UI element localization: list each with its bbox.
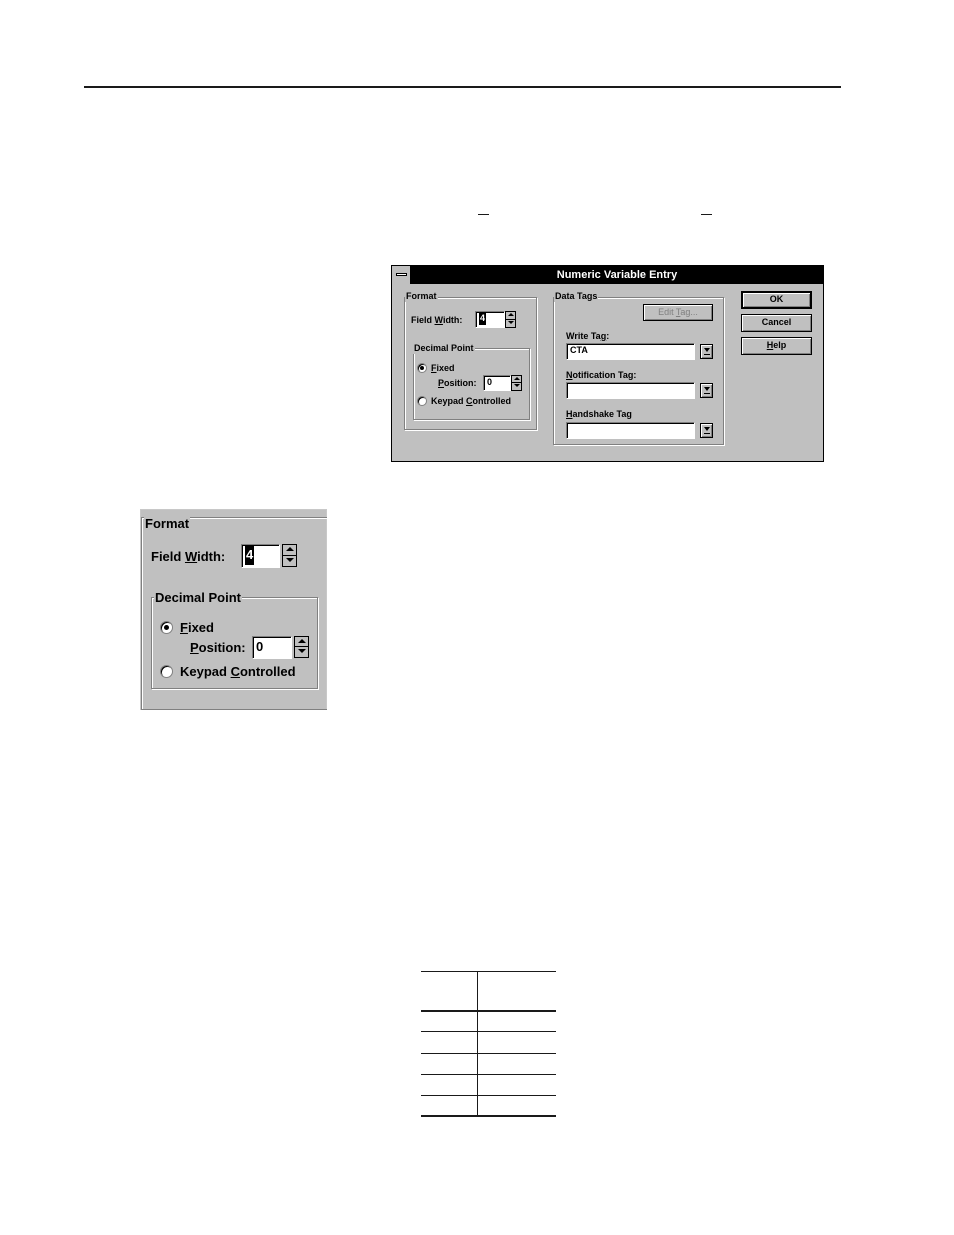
table-row-rule bbox=[421, 1095, 556, 1096]
arrow-down-icon bbox=[286, 557, 294, 562]
arrow-up-icon bbox=[508, 313, 514, 316]
system-menu-icon bbox=[396, 273, 407, 276]
cancel-button[interactable]: Cancel bbox=[741, 314, 812, 332]
numeric-variable-entry-dialog: Numeric Variable Entry Format Field Widt… bbox=[391, 265, 824, 462]
spin-down-button[interactable] bbox=[283, 556, 296, 567]
ok-button[interactable]: OK bbox=[741, 291, 812, 309]
spin-up-button[interactable] bbox=[283, 545, 296, 556]
position-spinner[interactable] bbox=[511, 375, 522, 391]
table-top-rule bbox=[421, 971, 556, 972]
table-column-divider bbox=[477, 971, 478, 1116]
arrow-down-icon bbox=[514, 384, 520, 387]
spin-down-button[interactable] bbox=[506, 320, 515, 328]
callout-position-input[interactable]: 0 bbox=[252, 636, 292, 659]
position-input[interactable]: 0 bbox=[483, 375, 511, 391]
title-bar: Numeric Variable Entry bbox=[392, 266, 823, 284]
table-row-rule bbox=[421, 1074, 556, 1075]
spin-up-button[interactable] bbox=[295, 637, 308, 647]
edit-tag-button[interactable]: Edit Tag... bbox=[643, 304, 713, 321]
callout-position-label: Position: bbox=[190, 640, 246, 655]
callout-fixed-radio[interactable] bbox=[160, 621, 173, 634]
help-button[interactable]: Help bbox=[741, 337, 812, 355]
handshake-tag-input[interactable] bbox=[566, 422, 695, 439]
arrow-down-icon bbox=[508, 320, 514, 324]
callout-field-width-label: Field Width: bbox=[151, 549, 226, 564]
arrow-up-icon bbox=[286, 547, 294, 551]
callout-format-label: Format bbox=[144, 516, 191, 531]
callout-fixed-label[interactable]: Fixed bbox=[180, 620, 214, 635]
write-tag-label: Write Tag: bbox=[566, 331, 610, 341]
arrow-up-icon bbox=[514, 377, 520, 380]
callout-keypad-radio[interactable] bbox=[160, 665, 173, 678]
spin-up-button[interactable] bbox=[506, 312, 515, 320]
table-row-rule bbox=[421, 1053, 556, 1054]
callout-position-spinner[interactable] bbox=[294, 636, 309, 658]
dash-mark bbox=[478, 214, 489, 215]
dialog-title: Numeric Variable Entry bbox=[556, 269, 678, 281]
dash-mark bbox=[701, 214, 712, 215]
handshake-tag-label: Handshake Tag bbox=[566, 409, 632, 419]
format-callout: Format Field Width: 4 Decimal Point Fixe… bbox=[140, 509, 327, 710]
format-group-label: Format bbox=[405, 291, 438, 302]
arrow-up-icon bbox=[298, 639, 306, 643]
notification-tag-input[interactable] bbox=[566, 382, 695, 399]
decimal-point-label: Decimal Point bbox=[413, 343, 475, 354]
spin-down-button[interactable] bbox=[295, 647, 308, 657]
write-tag-dropdown-button[interactable] bbox=[700, 344, 713, 359]
callout-keypad-label[interactable]: Keypad Controlled bbox=[180, 664, 296, 679]
position-label: Position: bbox=[438, 378, 477, 388]
callout-field-width-input[interactable]: 4 bbox=[241, 544, 280, 568]
field-width-input[interactable]: 4 bbox=[475, 311, 505, 328]
write-tag-input[interactable]: CTA bbox=[566, 343, 695, 360]
table-header-rule bbox=[421, 1010, 556, 1012]
callout-decimal-label: Decimal Point bbox=[154, 590, 242, 605]
data-tags-label: Data Tags bbox=[554, 291, 599, 302]
notification-tag-label: Notification Tag: bbox=[566, 370, 637, 380]
field-width-spinner[interactable] bbox=[505, 311, 516, 328]
field-width-label: Field Width: bbox=[411, 315, 463, 325]
fixed-radio[interactable] bbox=[417, 363, 427, 373]
arrow-down-icon bbox=[298, 649, 306, 653]
spin-up-button[interactable] bbox=[512, 376, 521, 383]
handshake-tag-dropdown-button[interactable] bbox=[700, 423, 713, 438]
notification-tag-dropdown-button[interactable] bbox=[700, 383, 713, 398]
table-row-rule bbox=[421, 1031, 556, 1032]
callout-field-width-spinner[interactable] bbox=[282, 544, 297, 567]
header-rule bbox=[84, 86, 841, 88]
spin-down-button[interactable] bbox=[512, 383, 521, 390]
keypad-controlled-radio[interactable] bbox=[417, 396, 427, 406]
system-menu-button[interactable] bbox=[392, 266, 411, 284]
table-bottom-rule bbox=[421, 1115, 556, 1117]
fixed-label[interactable]: Fixed bbox=[431, 363, 455, 374]
keypad-controlled-label[interactable]: Keypad Controlled bbox=[431, 396, 511, 407]
